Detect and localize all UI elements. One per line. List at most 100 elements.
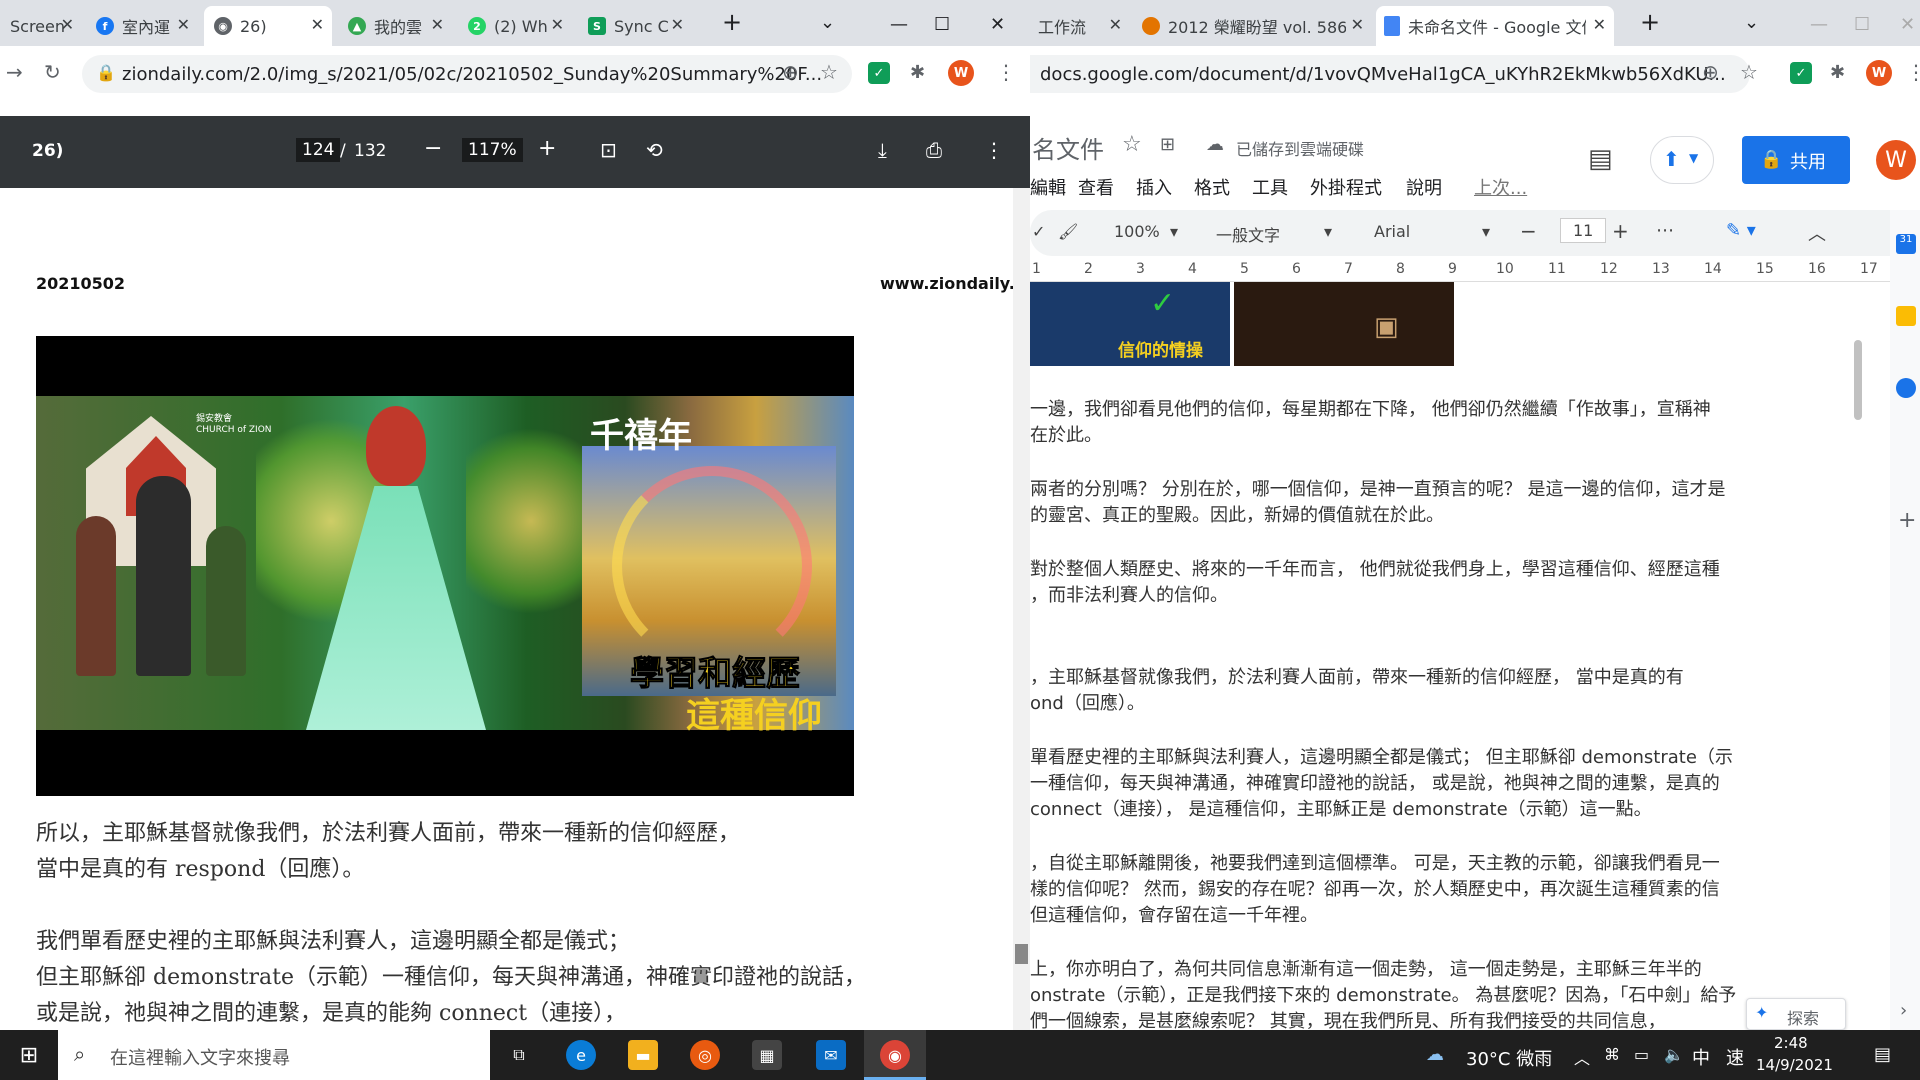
extension-check-icon[interactable]: ✓ — [1790, 62, 1812, 84]
url-bar[interactable]: 🔒 ziondaily.com/2.0/img_s/2021/05/02c/20… — [82, 55, 852, 93]
zoom-icon[interactable]: ⊕ — [782, 60, 799, 84]
tasks-icon[interactable] — [1896, 378, 1916, 398]
chevron-down-icon[interactable]: ▾ — [1170, 222, 1178, 241]
taskbar-search-box[interactable]: ⌕ 在這裡輸入文字來搜尋 — [58, 1030, 490, 1080]
maximize-icon[interactable]: ☐ — [934, 14, 950, 35]
tab-search-icon[interactable]: ⌄ — [1744, 12, 1759, 33]
close-icon[interactable]: ✕ — [1351, 15, 1364, 34]
zoom-out-icon[interactable]: − — [424, 136, 442, 161]
maximize-icon[interactable]: ☐ — [1854, 14, 1870, 35]
extension-check-icon[interactable]: ✓ — [868, 62, 890, 84]
menu-kebab-icon[interactable]: ⋮ — [1906, 60, 1920, 84]
menu-addons[interactable]: 外掛程式 — [1310, 174, 1382, 200]
forward-icon[interactable]: → — [6, 60, 23, 84]
close-icon[interactable]: ✕ — [1109, 15, 1122, 34]
comments-icon[interactable]: ▤ — [1588, 144, 1613, 174]
spellcheck-icon[interactable]: ✓ — [1032, 222, 1045, 241]
download-icon[interactable]: ⤓ — [878, 138, 887, 162]
taskbar-chrome-active[interactable]: ◉ — [864, 1030, 926, 1080]
close-icon[interactable]: ✕ — [431, 15, 444, 34]
star-icon[interactable]: ☆ — [1122, 132, 1142, 157]
close-window-icon[interactable]: ✕ — [1900, 14, 1915, 35]
browser-icon[interactable]: ◎ — [690, 1040, 720, 1070]
pdf-scrollbar[interactable] — [1013, 188, 1030, 1030]
document-page[interactable]: 信仰的情操 ✓ ▣ 一邊，我們卻看見他們的信仰，每星期都在下降， 他們卻仍然繼續… — [1030, 282, 1865, 1030]
chevron-up-icon[interactable]: ︿ — [1574, 1045, 1590, 1069]
zoom-select[interactable]: 100% — [1114, 222, 1160, 241]
chevron-down-icon[interactable]: ▾ — [1324, 222, 1332, 241]
last-edit-link[interactable]: 上次... — [1474, 174, 1527, 200]
more-options-icon[interactable]: ⋮ — [984, 138, 1004, 162]
profile-avatar[interactable]: W — [1866, 60, 1892, 86]
new-tab-icon[interactable]: + — [722, 8, 742, 36]
calendar-icon[interactable]: 31 — [1896, 234, 1916, 254]
close-window-icon[interactable]: ✕ — [990, 14, 1005, 35]
edge-icon[interactable]: e — [566, 1040, 596, 1070]
chevron-down-icon[interactable]: ▾ — [1482, 222, 1490, 241]
more-icon[interactable]: ⋯ — [1656, 220, 1674, 241]
style-select[interactable]: 一般文字 — [1216, 222, 1280, 246]
minimize-icon[interactable]: — — [890, 14, 908, 35]
new-tab-icon[interactable]: + — [1640, 8, 1660, 36]
tab-workflow[interactable]: 工作流 ✕ — [1030, 6, 1130, 46]
close-icon[interactable]: ✕ — [311, 15, 324, 34]
store-icon[interactable]: ▦ — [752, 1040, 782, 1070]
extensions-puzzle-icon[interactable]: ✱ — [1830, 62, 1845, 83]
doc-title[interactable]: 名文件 — [1032, 130, 1104, 165]
font-size-input[interactable]: 11 — [1560, 218, 1607, 243]
close-icon[interactable]: ✕ — [551, 15, 564, 34]
explore-button[interactable]: ✦ 探索 — [1746, 998, 1846, 1030]
file-explorer-icon[interactable]: ▬ — [628, 1040, 658, 1070]
increase-font-icon[interactable]: + — [1612, 219, 1629, 243]
print-icon[interactable]: ⎙ — [926, 138, 942, 162]
tab-facebook[interactable]: f 室內運 ✕ — [86, 6, 198, 46]
scrollbar-thumb[interactable] — [1015, 944, 1028, 964]
menu-tools[interactable]: 工具 — [1252, 174, 1288, 200]
menu-insert[interactable]: 插入 — [1136, 174, 1172, 200]
bookmark-star-icon[interactable]: ☆ — [820, 60, 838, 84]
tab-magazine[interactable]: 2012 榮耀盼望 vol. 586 - ✕ — [1134, 6, 1372, 46]
move-folder-icon[interactable]: ⊞ — [1160, 134, 1175, 155]
tab-whatsapp[interactable]: 2 (2) Wh ✕ — [458, 6, 572, 46]
clock-date[interactable]: 14/9/2021 — [1756, 1056, 1833, 1074]
clock-time[interactable]: 2:48 — [1774, 1034, 1808, 1052]
menu-view[interactable]: 查看 — [1078, 174, 1114, 200]
menu-edit[interactable]: 編輯 — [1030, 174, 1066, 200]
minimize-icon[interactable]: — — [1810, 14, 1828, 35]
tab-pdf[interactable]: ◉ 26) ✕ — [204, 6, 332, 46]
battery-icon[interactable]: ▭ — [1634, 1045, 1649, 1064]
tab-google-docs[interactable]: 未命名文件 - Google 文件 ✕ — [1376, 6, 1614, 46]
share-button[interactable]: 🔒 共用 — [1742, 136, 1850, 184]
page-number-input[interactable]: 124 — [296, 138, 341, 162]
bookmark-star-icon[interactable]: ☆ — [1740, 60, 1758, 84]
editing-mode-icon[interactable]: ✎ ▾ — [1726, 220, 1756, 241]
close-icon[interactable]: ✕ — [61, 15, 74, 34]
zoom-in-icon[interactable]: + — [538, 136, 556, 161]
decrease-font-icon[interactable]: − — [1520, 219, 1537, 243]
doc-scrollbar-thumb[interactable] — [1854, 340, 1862, 420]
collapse-icon[interactable]: ︿ — [1808, 220, 1826, 246]
close-icon[interactable]: ✕ — [671, 15, 684, 34]
zoom-icon[interactable]: ⊕ — [1702, 60, 1719, 84]
present-button[interactable]: ⬆ ▼ — [1650, 136, 1714, 184]
tab-screen[interactable]: Screen ✕ — [0, 6, 82, 46]
notifications-icon[interactable]: ▤ — [1874, 1044, 1891, 1065]
tab-sync[interactable]: S Sync C ✕ — [578, 6, 692, 46]
tab-google-drive[interactable]: ▲ 我的雲 ✕ — [338, 6, 452, 46]
reload-icon[interactable]: ↻ — [44, 60, 61, 84]
windows-start-icon[interactable]: ⊞ — [14, 1040, 44, 1070]
close-icon[interactable]: ✕ — [177, 15, 190, 34]
rotate-icon[interactable]: ⟲ — [646, 138, 663, 162]
profile-avatar[interactable]: W — [948, 60, 974, 86]
keep-icon[interactable] — [1896, 306, 1916, 326]
ime-mode[interactable]: 速 — [1726, 1044, 1744, 1070]
zoom-level[interactable]: 117% — [462, 138, 523, 162]
close-icon[interactable]: ✕ — [1593, 15, 1606, 34]
menu-help[interactable]: 說明 — [1406, 174, 1442, 200]
task-view-icon[interactable]: ⧉ — [504, 1040, 534, 1070]
menu-format[interactable]: 格式 — [1194, 174, 1230, 200]
font-select[interactable]: Arial — [1374, 222, 1410, 241]
volume-icon[interactable]: 🔈 — [1664, 1045, 1684, 1064]
meet-icon[interactable]: ⌘ — [1604, 1045, 1620, 1064]
paint-format-icon[interactable]: 🖌 — [1058, 222, 1078, 241]
